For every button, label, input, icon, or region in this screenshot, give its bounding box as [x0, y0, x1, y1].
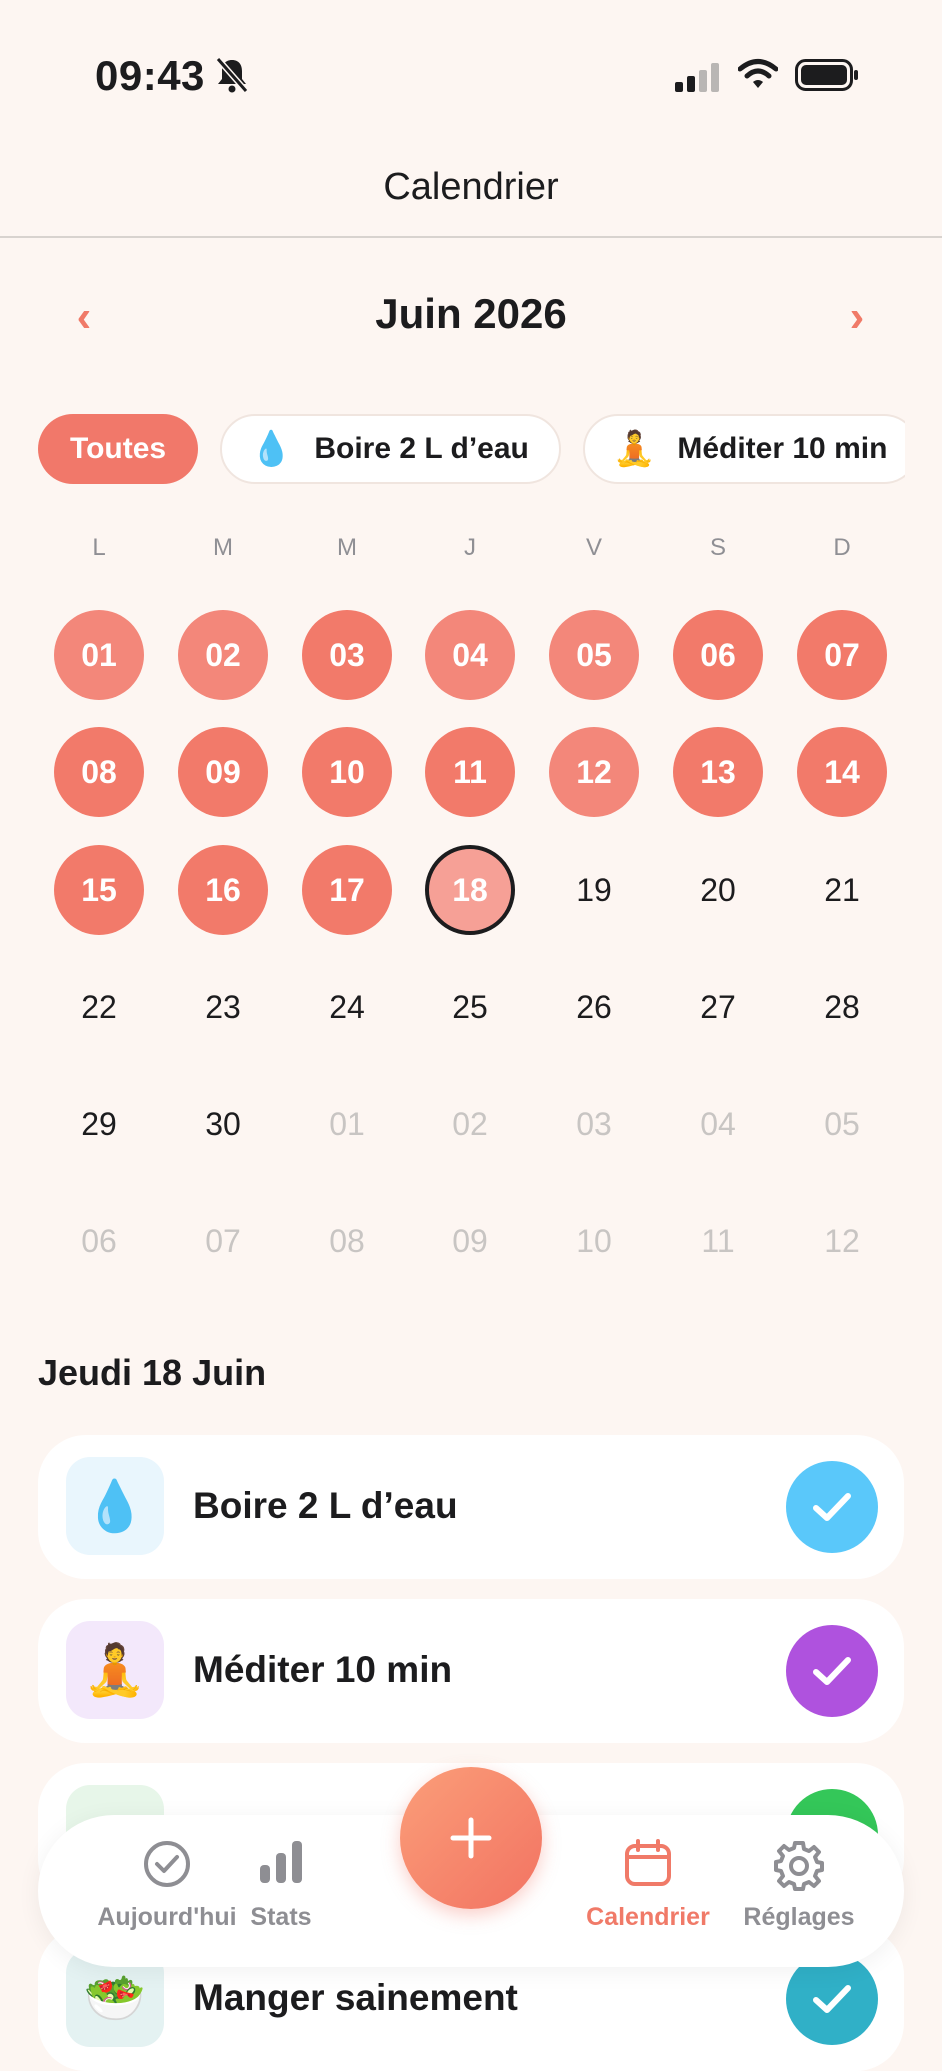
calendar-day[interactable]: 16	[178, 845, 268, 935]
calendar-day[interactable]: 08	[54, 727, 144, 817]
weekday-label: S	[709, 534, 726, 561]
bar-chart-icon	[260, 1841, 302, 1883]
habit-done-toggle[interactable]	[786, 1625, 878, 1717]
habit-done-toggle[interactable]	[786, 1461, 878, 1553]
calendar-day-outside[interactable]: 02	[425, 1079, 515, 1169]
calendar-day[interactable]: 27	[673, 962, 763, 1052]
tab-label: Calendrier	[586, 1903, 710, 1931]
habit-label: Méditer 10 min	[193, 1649, 453, 1690]
calendar-day[interactable]: 17	[302, 845, 392, 935]
calendar-day[interactable]: 02	[178, 610, 268, 700]
plus-icon	[450, 1817, 492, 1859]
calendar-day[interactable]: 24	[302, 962, 392, 1052]
calendar-day[interactable]: 20	[673, 845, 763, 935]
wifi-icon	[738, 59, 778, 88]
filter-chip-all[interactable]: Toutes	[38, 414, 199, 484]
weekday-label: D	[833, 534, 851, 561]
calendar-day-outside[interactable]: 12	[797, 1196, 887, 1286]
filter-chip-water[interactable]: 💧 Boire 2 L d’eau	[220, 414, 561, 484]
calendar-day[interactable]: 19	[549, 845, 639, 935]
calendar-day-outside[interactable]: 04	[673, 1079, 763, 1169]
tab-stats[interactable]: Stats	[231, 1815, 331, 1967]
month-header: ‹ Juin 2026 ›	[0, 290, 942, 350]
next-month-button[interactable]: ›	[837, 292, 877, 342]
calendar-day[interactable]: 13	[673, 727, 763, 817]
month-label: Juin 2026	[375, 290, 567, 337]
calendar-day-outside[interactable]: 08	[302, 1196, 392, 1286]
page-title: Calendrier	[383, 166, 559, 208]
calendar-day-outside[interactable]: 10	[549, 1196, 639, 1286]
tab-label: Réglages	[743, 1903, 855, 1931]
checkmark-icon	[813, 1493, 851, 1521]
calendar-day[interactable]: 04	[425, 610, 515, 700]
weekday-label: V	[585, 534, 602, 561]
habit-label: Boire 2 L d’eau	[193, 1485, 458, 1526]
meditation-icon: 🧘	[66, 1621, 164, 1719]
checkmark-icon	[813, 1657, 851, 1685]
calendar-day[interactable]: 29	[54, 1079, 144, 1169]
tab-today[interactable]: Aujourd'hui	[87, 1815, 247, 1967]
tab-label: Stats	[250, 1903, 312, 1931]
calendar-day[interactable]: 14	[797, 727, 887, 817]
status-time: 09:43	[95, 52, 205, 99]
calendar-day-outside[interactable]: 09	[425, 1196, 515, 1286]
water-drop-icon: 💧	[250, 430, 293, 468]
calendar-day[interactable]: 15	[54, 845, 144, 935]
calendar-day-outside[interactable]: 05	[797, 1079, 887, 1169]
tab-calendar[interactable]: Calendrier	[578, 1815, 718, 1967]
calendar-day[interactable]: 23	[178, 962, 268, 1052]
calendar-day[interactable]: 22	[54, 962, 144, 1052]
gear-icon	[774, 1841, 824, 1891]
calendar-day-outside[interactable]: 01	[302, 1079, 392, 1169]
water-drop-icon: 💧	[66, 1457, 164, 1555]
calendar-day[interactable]: 07	[797, 610, 887, 700]
habit-row[interactable]: 💧 Boire 2 L d’eau	[38, 1435, 904, 1579]
tab-label: Aujourd'hui	[97, 1903, 237, 1931]
tab-settings[interactable]: Réglages	[729, 1815, 869, 1967]
weekday-label: L	[92, 534, 106, 561]
calendar-day-outside[interactable]: 06	[54, 1196, 144, 1286]
calendar-day[interactable]: 21	[797, 845, 887, 935]
habit-filter-bar: Toutes 💧 Boire 2 L d’eau 🧘 Méditer 10 mi…	[0, 412, 905, 488]
habit-row[interactable]: 🧘 Méditer 10 min	[38, 1599, 904, 1743]
weekday-label: M	[337, 534, 357, 561]
filter-chip-label: Boire 2 L d’eau	[314, 432, 529, 465]
calendar-day[interactable]: 30	[178, 1079, 268, 1169]
calendar-day[interactable]: 06	[673, 610, 763, 700]
bell-slash-icon	[215, 57, 249, 93]
checkmark-icon	[813, 1985, 851, 2013]
signal-icon	[675, 63, 719, 92]
nav-divider	[0, 236, 942, 238]
status-bar: 09:43	[0, 0, 942, 150]
calendar-day[interactable]: 12	[549, 727, 639, 817]
calendar-day[interactable]: 10	[302, 727, 392, 817]
weekday-header: L M M J V S D	[0, 534, 942, 564]
calendar-day[interactable]: 09	[178, 727, 268, 817]
calendar-day[interactable]: 05	[549, 610, 639, 700]
filter-chip-label: Toutes	[70, 432, 167, 465]
weekday-label: J	[464, 534, 476, 561]
calendar-day-today[interactable]: 18	[425, 845, 515, 935]
add-habit-button[interactable]	[400, 1767, 542, 1909]
checkmark-circle-icon	[144, 1841, 190, 1887]
calendar-day[interactable]: 25	[425, 962, 515, 1052]
calendar-day[interactable]: 26	[549, 962, 639, 1052]
battery-icon	[795, 59, 858, 91]
calendar-day[interactable]: 28	[797, 962, 887, 1052]
filter-chip-meditate[interactable]: 🧘 Méditer 10 min	[583, 414, 905, 484]
meditation-icon: 🧘	[613, 430, 656, 468]
calendar-day[interactable]: 11	[425, 727, 515, 817]
weekday-label: M	[213, 534, 233, 561]
calendar-icon	[625, 1839, 671, 1886]
calendar-day[interactable]: 01	[54, 610, 144, 700]
filter-chip-label: Méditer 10 min	[677, 432, 888, 465]
calendar-day-outside[interactable]: 03	[549, 1079, 639, 1169]
calendar-day-outside[interactable]: 11	[673, 1196, 763, 1286]
calendar-day-outside[interactable]: 07	[178, 1196, 268, 1286]
habit-label: Manger sainement	[193, 1977, 518, 2018]
calendar-day[interactable]: 03	[302, 610, 392, 700]
selected-day-title: Jeudi 18 Juin	[38, 1352, 267, 1393]
